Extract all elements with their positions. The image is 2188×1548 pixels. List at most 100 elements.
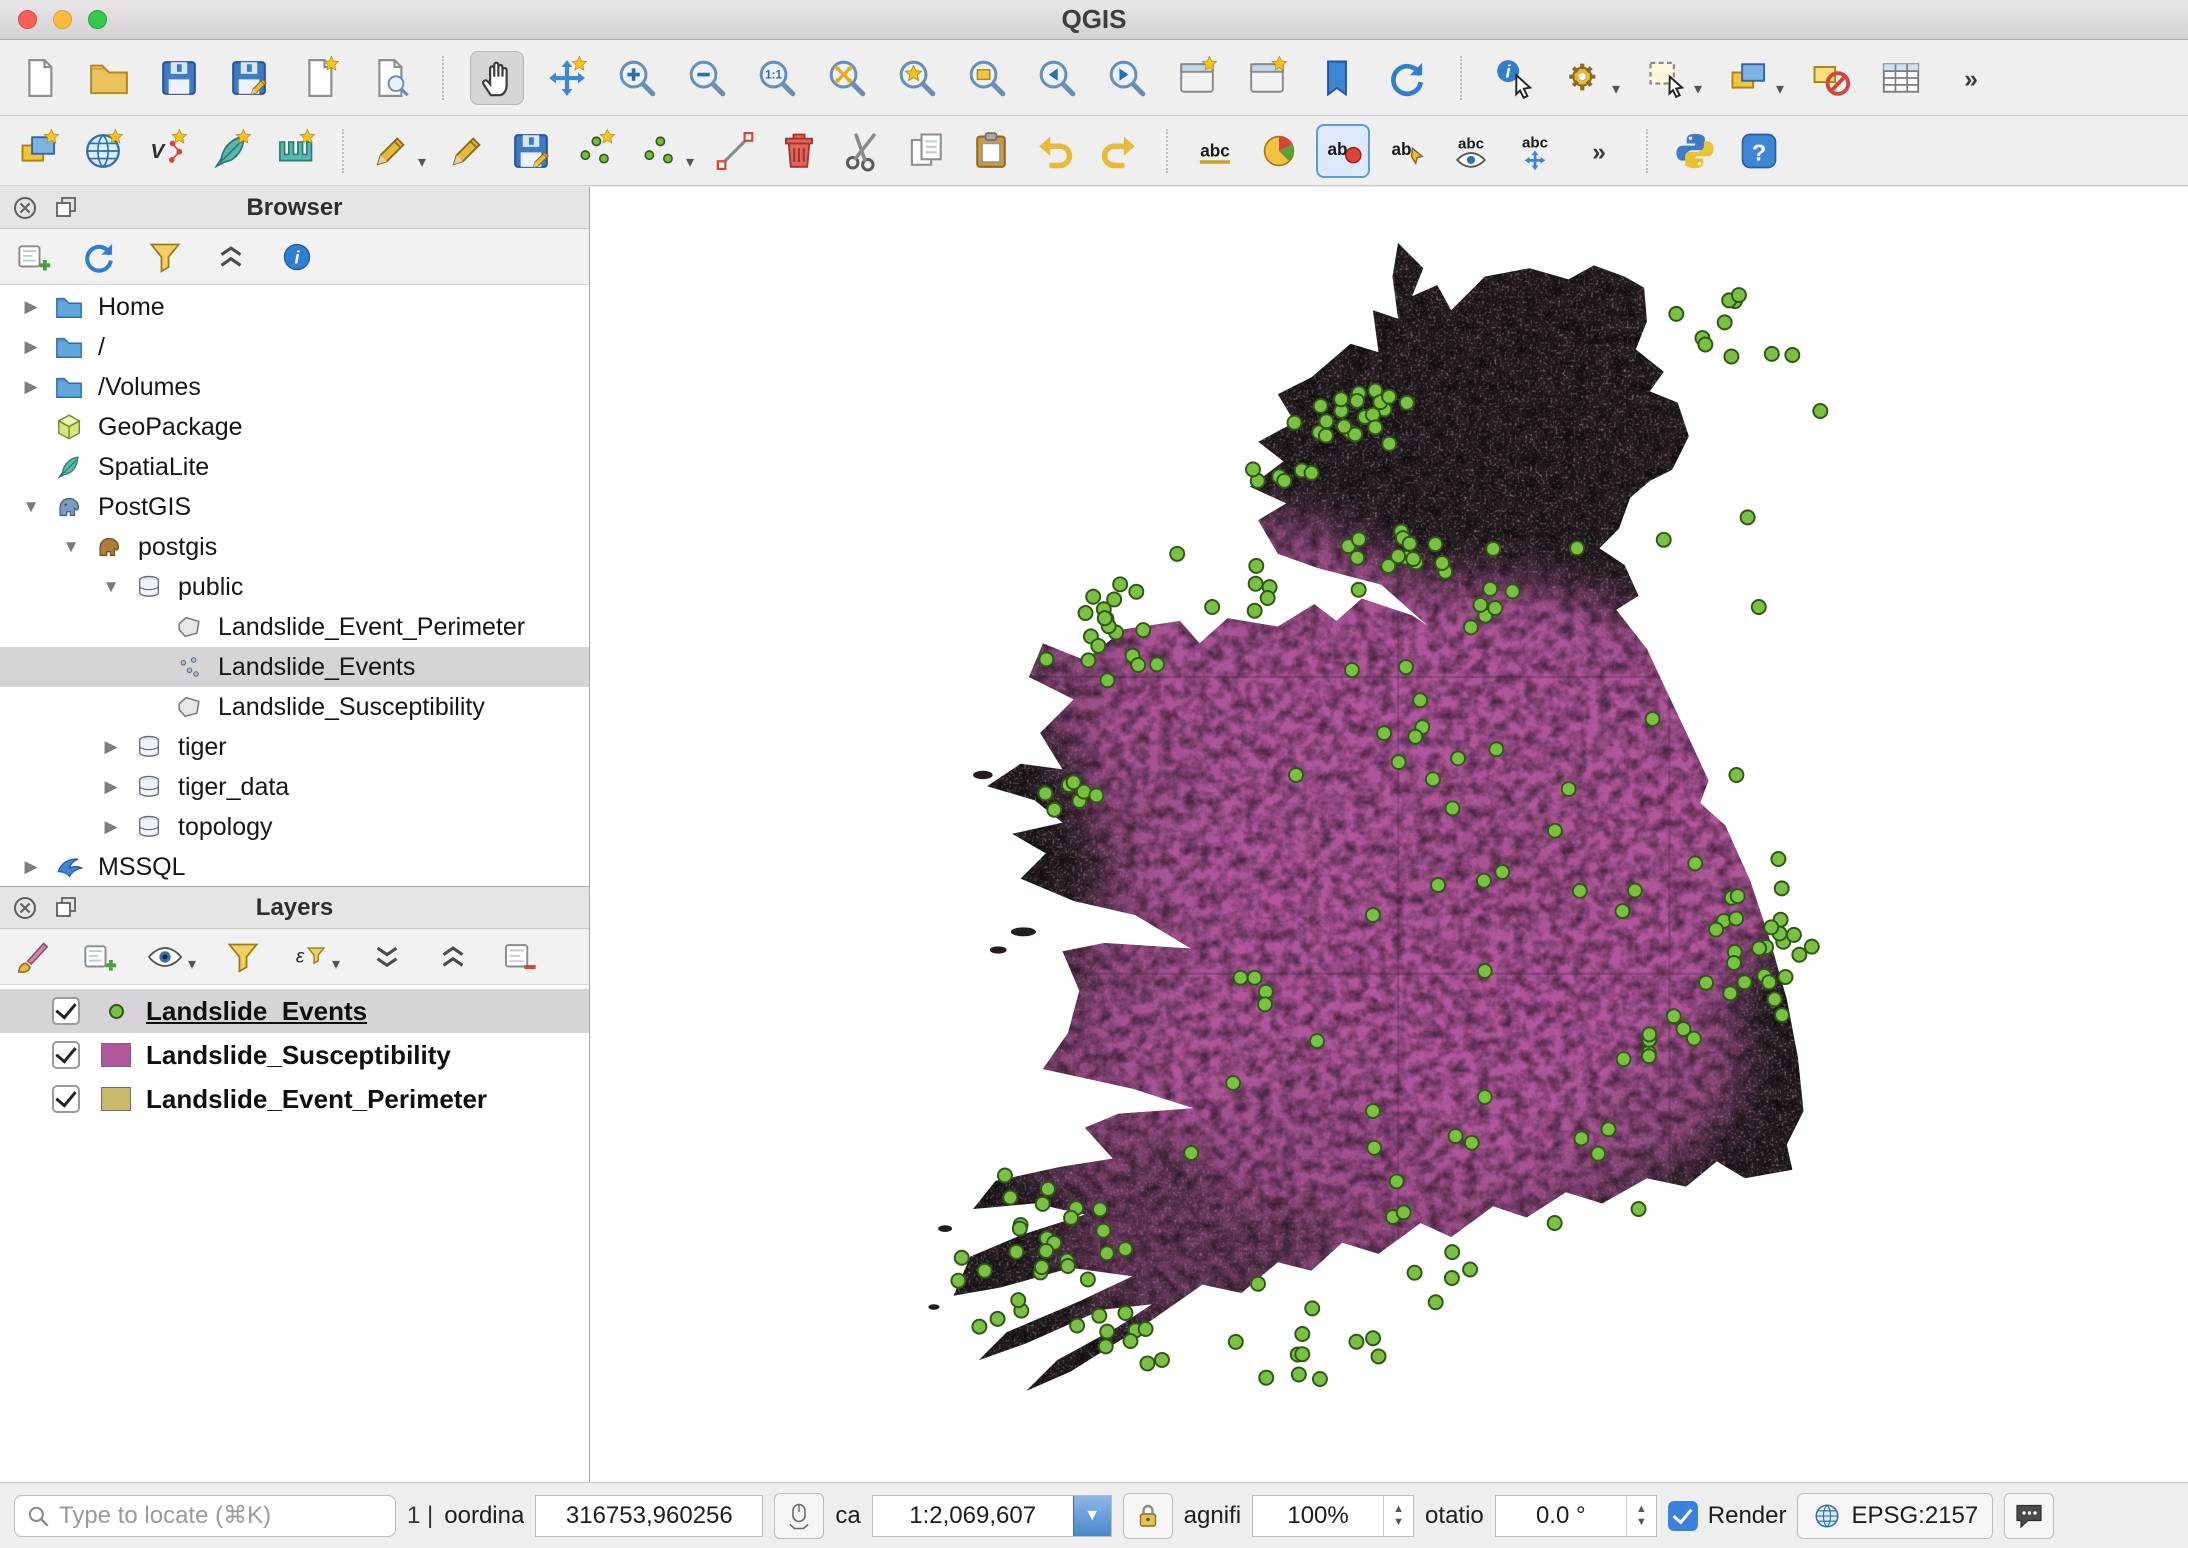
identify-features-button[interactable]: i: [1488, 51, 1542, 105]
toolbar-overflow-button[interactable]: »: [1944, 51, 1998, 105]
zoom-to-selection-button[interactable]: [890, 51, 944, 105]
browser-item-postgis[interactable]: ▼postgis: [0, 527, 589, 567]
browser-item-public[interactable]: ▼public: [0, 567, 589, 607]
zoom-window-button[interactable]: [88, 10, 107, 29]
layer-visibility-checkbox[interactable]: [52, 1085, 80, 1113]
add-point-feature-button[interactable]: [568, 124, 622, 178]
expand-arrow-icon[interactable]: ▶: [92, 777, 130, 797]
open-attribute-table-button[interactable]: [1874, 51, 1928, 105]
layer-item-landslide-events[interactable]: Landslide_Events: [0, 989, 589, 1033]
dropdown-arrow-icon[interactable]: ▾: [1612, 79, 1620, 99]
zoom-in-button[interactable]: [610, 51, 664, 105]
show-layout-manager-button[interactable]: [362, 51, 416, 105]
zoom-native-resolution-button[interactable]: 1:1: [750, 51, 804, 105]
add-group-button[interactable]: [76, 934, 122, 980]
select-features-by-value-button[interactable]: ▾: [1722, 51, 1776, 105]
scale-combobox[interactable]: 1:2,069,607 ▼: [872, 1495, 1112, 1537]
map-canvas[interactable]: [590, 187, 2188, 1482]
save-project-as-button[interactable]: [222, 51, 276, 105]
select-features-button[interactable]: ▾: [1640, 51, 1694, 105]
save-project-button[interactable]: [152, 51, 206, 105]
float-panel-icon[interactable]: [52, 193, 82, 223]
coordinate-input[interactable]: 316753,960256: [535, 1495, 763, 1537]
add-vector-layer-button[interactable]: V: [140, 124, 194, 178]
show-spatial-bookmarks-button[interactable]: [1310, 51, 1364, 105]
add-raster-layer-button[interactable]: [76, 124, 130, 178]
paste-features-button[interactable]: [964, 124, 1018, 178]
close-panel-icon[interactable]: [10, 893, 40, 923]
expand-arrow-icon[interactable]: ▼: [12, 497, 50, 517]
browser-item-volumes[interactable]: ▶/Volumes: [0, 367, 589, 407]
new-project-button[interactable]: [12, 51, 66, 105]
zoom-last-button[interactable]: [1030, 51, 1084, 105]
highlight-pinned-labels-button[interactable]: ab: [1316, 124, 1370, 178]
new-print-layout-button[interactable]: [292, 51, 346, 105]
float-panel-icon[interactable]: [52, 893, 82, 923]
new-spatialite-layer-button[interactable]: [204, 124, 258, 178]
browser-item-tiger-data[interactable]: ▶tiger_data: [0, 767, 589, 807]
collapse-all-layers-button[interactable]: [430, 934, 476, 980]
expand-arrow-icon[interactable]: ▶: [12, 857, 50, 877]
open-project-button[interactable]: [82, 51, 136, 105]
browser-item-landslide-event-perimeter[interactable]: Landslide_Event_Perimeter: [0, 607, 589, 647]
refresh-map-button[interactable]: [1380, 51, 1434, 105]
new-mesh-layer-button[interactable]: [268, 124, 322, 178]
layer-item-landslide-event-perimeter[interactable]: Landslide_Event_Perimeter: [0, 1077, 589, 1121]
browser-item-spatialite[interactable]: SpatiaLite: [0, 447, 589, 487]
layer-visibility-checkbox[interactable]: [52, 997, 80, 1025]
show-hide-labels-button[interactable]: abc: [1444, 124, 1498, 178]
toolbar-overflow-2-button[interactable]: »: [1572, 124, 1626, 178]
dropdown-arrow-icon[interactable]: ▾: [332, 954, 340, 974]
browser-properties-button[interactable]: i: [274, 234, 320, 280]
filter-browser-button[interactable]: [142, 234, 188, 280]
help-button[interactable]: ?: [1732, 124, 1786, 178]
expand-all-button[interactable]: [364, 934, 410, 980]
browser-item-geopackage[interactable]: GeoPackage: [0, 407, 589, 447]
cut-features-button[interactable]: [836, 124, 890, 178]
move-label-button[interactable]: abc: [1508, 124, 1562, 178]
expand-arrow-icon[interactable]: ▼: [92, 577, 130, 597]
filter-by-expression-button[interactable]: ε▾: [286, 934, 332, 980]
browser-item-mssql[interactable]: ▶MSSQL: [0, 847, 589, 886]
extents-toggle-button[interactable]: [774, 1493, 824, 1539]
toggle-editing-button[interactable]: [440, 124, 494, 178]
dropdown-arrow-icon[interactable]: ▾: [418, 152, 426, 172]
vertex-tool-button[interactable]: [708, 124, 762, 178]
open-layer-styling-button[interactable]: [10, 934, 56, 980]
browser-item-postgis[interactable]: ▼PostGIS: [0, 487, 589, 527]
browser-item-home[interactable]: ▶Home: [0, 287, 589, 327]
zoom-full-button[interactable]: [820, 51, 874, 105]
zoom-next-button[interactable]: [1100, 51, 1154, 105]
delete-selected-button[interactable]: [772, 124, 826, 178]
collapse-all-browser-button[interactable]: [208, 234, 254, 280]
browser-item-topology[interactable]: ▶topology: [0, 807, 589, 847]
dropdown-arrow-icon[interactable]: ▾: [188, 954, 196, 974]
layer-item-landslide-susceptibility[interactable]: Landslide_Susceptibility: [0, 1033, 589, 1077]
layer-visibility-checkbox[interactable]: [52, 1041, 80, 1069]
magnifier-spinbox[interactable]: 100% ▲▼: [1252, 1495, 1414, 1537]
rotation-spinbox[interactable]: 0.0 ° ▲▼: [1495, 1495, 1657, 1537]
remove-layer-button[interactable]: [496, 934, 542, 980]
render-checkbox[interactable]: [1668, 1501, 1698, 1531]
dropdown-arrow-icon[interactable]: ▾: [1776, 79, 1784, 99]
save-layer-edits-button[interactable]: [504, 124, 558, 178]
zoom-to-layer-button[interactable]: [960, 51, 1014, 105]
dropdown-arrow-icon[interactable]: ▾: [1694, 79, 1702, 99]
rotation-steppers[interactable]: ▲▼: [1626, 1496, 1656, 1536]
copy-features-button[interactable]: [900, 124, 954, 178]
layer-labeling-options-button[interactable]: abc: [1188, 124, 1242, 178]
locate-search-input[interactable]: Type to locate (⌘K): [14, 1495, 396, 1537]
browser-item-landslide-events[interactable]: Landslide_Events: [0, 647, 589, 687]
pan-map-button[interactable]: [470, 51, 524, 105]
browser-item-tiger[interactable]: ▶tiger: [0, 727, 589, 767]
redo-button[interactable]: [1092, 124, 1146, 178]
lock-scale-button[interactable]: [1123, 1493, 1173, 1539]
run-feature-action-button[interactable]: ▾: [1558, 51, 1612, 105]
pan-map-to-selection-button[interactable]: [540, 51, 594, 105]
render-toggle[interactable]: Render: [1668, 1501, 1787, 1531]
add-selected-layers-button[interactable]: [10, 234, 56, 280]
refresh-browser-button[interactable]: [76, 234, 122, 280]
python-console-button[interactable]: [1668, 124, 1722, 178]
dropdown-arrow-icon[interactable]: ▾: [686, 152, 694, 172]
expand-arrow-icon[interactable]: ▶: [12, 377, 50, 397]
